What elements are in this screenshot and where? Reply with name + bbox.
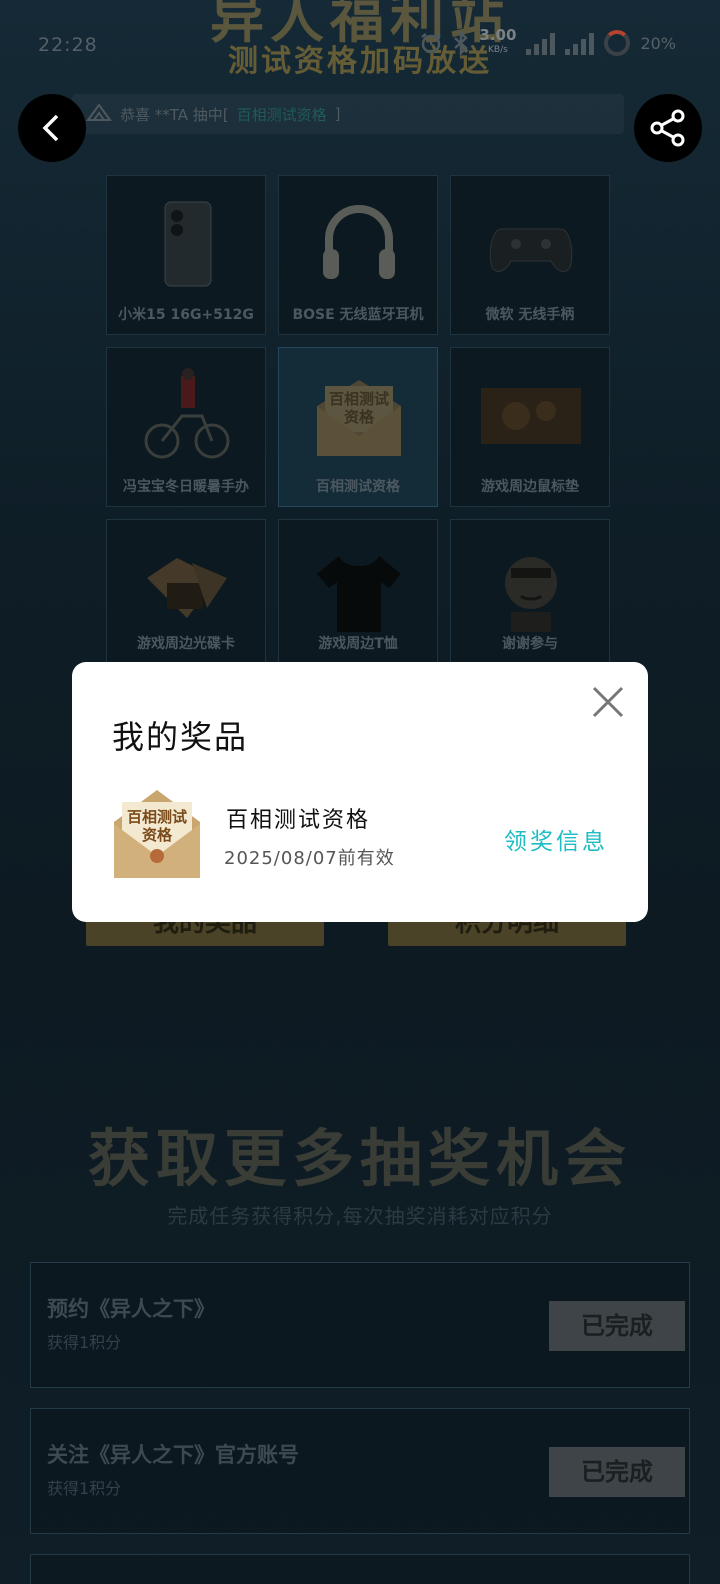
prize-name: 百相测试资格	[226, 808, 371, 833]
prize-expiry: 2025/08/07前有效	[224, 848, 395, 869]
dialog-title: 我的奖品	[112, 718, 249, 756]
claim-info-link[interactable]: 领奖信息	[504, 822, 608, 856]
svg-text:百相测试: 百相测试	[127, 808, 187, 826]
svg-text:资格: 资格	[142, 826, 173, 844]
envelope-icon: 百相测试 资格	[114, 790, 200, 878]
my-prizes-dialog: 我的奖品 百相测试 资格 百相测试资格 2025/08/07前有效 领奖信息	[72, 662, 648, 922]
close-icon[interactable]	[586, 680, 630, 724]
